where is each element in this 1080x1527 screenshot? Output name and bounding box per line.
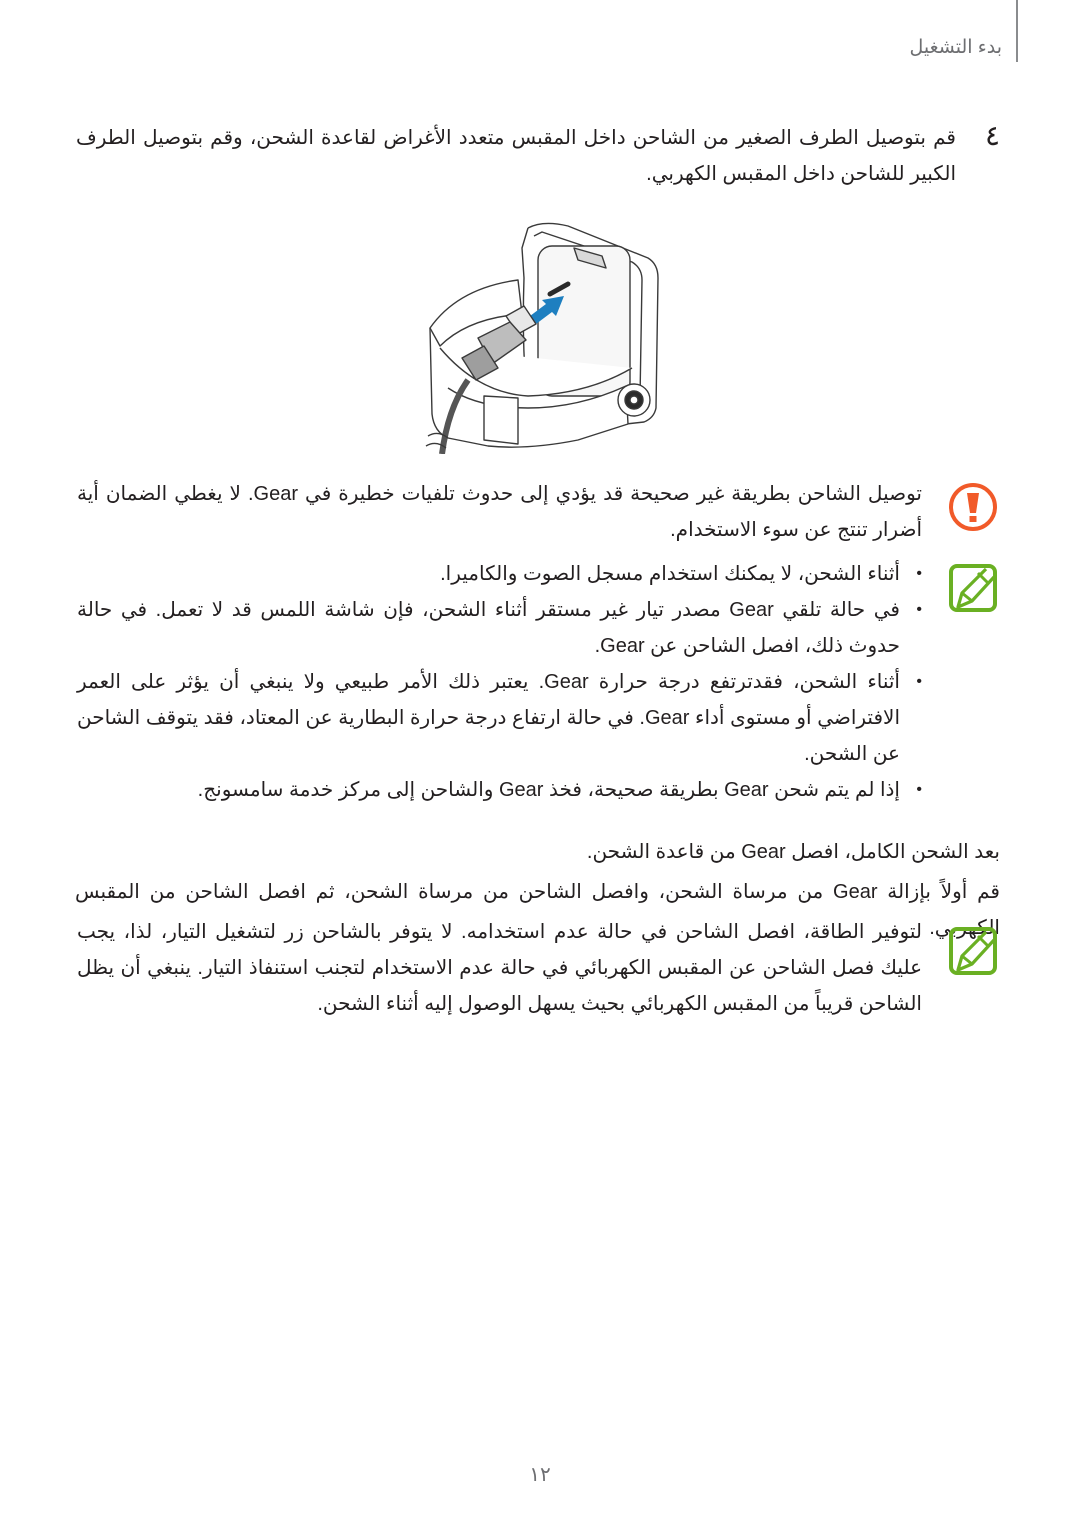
- note-bullet: في حالة تلقي Gear مصدر تيار غير مستقر أث…: [77, 592, 922, 664]
- note-bullet: أثناء الشحن، لا يمكنك استخدام مسجل الصوت…: [77, 556, 922, 592]
- note-pencil-icon: [949, 927, 997, 975]
- note-bullet: أثناء الشحن، فقدترتفع درجة حرارة Gear. ي…: [77, 664, 922, 772]
- header-divider: [1016, 0, 1018, 62]
- warning-text: توصيل الشاحن بطريقة غير صحيحة قد يؤدي إل…: [77, 483, 922, 541]
- warning-exclamation-icon: [949, 483, 997, 531]
- note-pencil-icon: [949, 564, 997, 612]
- power-saving-note-text: لتوفير الطاقة، افصل الشاحن في حالة عدم ا…: [77, 921, 922, 1015]
- step-text: قم بتوصيل الطرف الصغير من الشاحن داخل ال…: [76, 127, 956, 185]
- manual-page: بدء التشغيل ٤ قم بتوصيل الطرف الصغير من …: [0, 0, 1080, 1527]
- after-charge-text-1: بعد الشحن الكامل، افصل Gear من قاعدة الش…: [586, 841, 1000, 863]
- page-number: ١٢: [529, 1464, 551, 1486]
- section-title: بدء التشغيل: [909, 37, 1002, 58]
- charging-dock-illustration: [425, 222, 659, 454]
- step-number: ٤: [984, 120, 1000, 151]
- note-bullet: إذا لم يتم شحن Gear بطريقة صحيحة، فخذ Ge…: [77, 772, 922, 808]
- note-bullets: أثناء الشحن، لا يمكنك استخدام مسجل الصوت…: [77, 556, 922, 808]
